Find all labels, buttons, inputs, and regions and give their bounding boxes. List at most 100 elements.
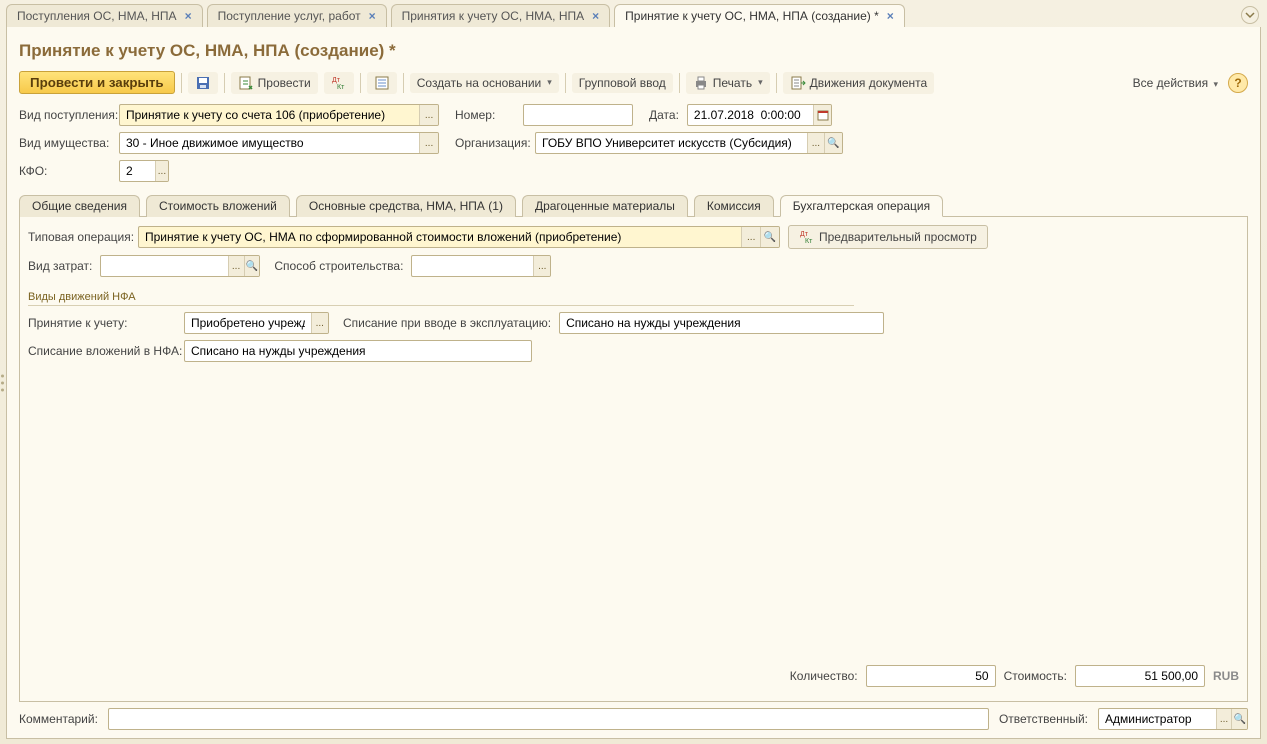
preview-label: Предварительный просмотр <box>819 230 977 244</box>
tab-os-nma[interactable]: Основные средства, НМА, НПА (1) <box>296 195 516 217</box>
save-button[interactable] <box>188 72 218 94</box>
toolbar: Провести и закрыть Провести ДтКт Создать… <box>19 71 1248 94</box>
tab-cost[interactable]: Стоимость вложений <box>146 195 290 217</box>
kfo-input[interactable] <box>120 161 155 181</box>
dtkt-icon: ДтКт <box>799 229 815 245</box>
tab-commission[interactable]: Комиссия <box>694 195 774 217</box>
vid-post-field[interactable]: ... <box>119 104 439 126</box>
sum-label: Стоимость: <box>1004 669 1067 683</box>
side-grip[interactable] <box>1 374 4 391</box>
select-button[interactable]: ... <box>419 133 438 153</box>
select-button[interactable]: ... <box>533 256 550 276</box>
sposob-input[interactable] <box>412 256 533 276</box>
vid-zatrat-field[interactable]: ... 🔍 <box>100 255 260 277</box>
tab-body: Типовая операция: ... 🔍 ДтКт Предварител… <box>19 217 1248 702</box>
qty-label: Количество: <box>790 669 858 683</box>
vid-imush-input[interactable] <box>120 133 419 153</box>
qty-field[interactable] <box>866 665 996 687</box>
number-input[interactable] <box>524 105 632 125</box>
comment-label: Комментарий: <box>19 712 98 726</box>
close-icon[interactable]: × <box>592 9 599 23</box>
inner-tabs: Общие сведения Стоимость вложений Основн… <box>19 194 1248 217</box>
spisanie-vvod-input[interactable] <box>560 313 883 333</box>
typop-label: Типовая операция: <box>28 230 130 244</box>
tab-accounting[interactable]: Бухгалтерская операция <box>780 195 943 217</box>
select-button[interactable]: ... <box>419 105 438 125</box>
search-icon[interactable]: 🔍 <box>1231 709 1247 729</box>
calendar-icon[interactable] <box>813 105 830 125</box>
print-button[interactable]: Печать▾ <box>686 72 770 94</box>
select-button[interactable]: ... <box>155 161 168 181</box>
post-and-close-button[interactable]: Провести и закрыть <box>19 71 175 94</box>
help-button[interactable]: ? <box>1228 73 1248 93</box>
select-button[interactable]: ... <box>741 227 760 247</box>
typop-field[interactable]: ... 🔍 <box>138 226 780 248</box>
number-field[interactable] <box>523 104 633 126</box>
spisanie-vlozh-input[interactable] <box>185 341 531 361</box>
post-icon <box>238 75 254 91</box>
separator <box>679 73 680 93</box>
list-button[interactable] <box>367 72 397 94</box>
prinyatie-input[interactable] <box>185 313 311 333</box>
dtkt-icon: ДтКт <box>331 75 347 91</box>
print-icon <box>693 75 709 91</box>
select-button[interactable]: ... <box>1216 709 1232 729</box>
post-label: Провести <box>258 76 311 90</box>
separator <box>776 73 777 93</box>
resp-field[interactable]: ... 🔍 <box>1098 708 1248 730</box>
sum-input[interactable] <box>1076 666 1204 686</box>
close-icon[interactable]: × <box>185 9 192 23</box>
save-icon <box>195 75 211 91</box>
vid-post-input[interactable] <box>120 105 419 125</box>
comment-field[interactable] <box>108 708 989 730</box>
search-icon[interactable]: 🔍 <box>760 227 779 247</box>
date-input[interactable] <box>688 105 814 125</box>
main-tabbar: Поступления ОС, НМА, НПА × Поступление у… <box>0 0 1267 27</box>
typop-input[interactable] <box>139 227 741 247</box>
search-icon[interactable]: 🔍 <box>824 133 842 153</box>
dt-kt-button[interactable]: ДтКт <box>324 72 354 94</box>
search-icon[interactable]: 🔍 <box>244 256 260 276</box>
spisanie-vlozh-field[interactable] <box>184 340 532 362</box>
prinyatie-field[interactable]: ... <box>184 312 329 334</box>
create-based-on-button[interactable]: Создать на основании▾ <box>410 73 559 93</box>
separator <box>360 73 361 93</box>
date-field[interactable] <box>687 104 832 126</box>
resp-label: Ответственный: <box>999 712 1088 726</box>
org-field[interactable]: ... 🔍 <box>535 132 843 154</box>
tab-precious[interactable]: Драгоценные материалы <box>522 195 688 217</box>
separator <box>565 73 566 93</box>
org-label: Организация: <box>455 136 527 150</box>
group-input-button[interactable]: Групповой ввод <box>572 73 673 93</box>
resp-input[interactable] <box>1099 709 1216 729</box>
sum-field[interactable] <box>1075 665 1205 687</box>
expand-panel-button[interactable] <box>1241 6 1259 24</box>
doc-moves-icon <box>790 75 806 91</box>
sposob-field[interactable]: ... <box>411 255 551 277</box>
close-icon[interactable]: × <box>887 9 894 23</box>
select-button[interactable]: ... <box>807 133 825 153</box>
vid-imush-field[interactable]: ... <box>119 132 439 154</box>
preview-button[interactable]: ДтКт Предварительный просмотр <box>788 225 988 249</box>
main-tab-3[interactable]: Принятие к учету ОС, НМА, НПА (создание)… <box>614 4 905 27</box>
chevron-down-icon: ▾ <box>1213 79 1218 89</box>
post-button[interactable]: Провести <box>231 72 318 94</box>
tab-general[interactable]: Общие сведения <box>19 195 140 217</box>
separator <box>403 73 404 93</box>
close-icon[interactable]: × <box>369 9 376 23</box>
org-input[interactable] <box>536 133 807 153</box>
doc-moves-button[interactable]: Движения документа <box>783 72 935 94</box>
select-button[interactable]: ... <box>311 313 328 333</box>
page-title: Принятие к учету ОС, НМА, НПА (создание)… <box>19 41 1248 61</box>
vid-zatrat-input[interactable] <box>101 256 227 276</box>
kfo-field[interactable]: ... <box>119 160 169 182</box>
main-tab-0[interactable]: Поступления ОС, НМА, НПА × <box>6 4 203 27</box>
main-tab-1[interactable]: Поступление услуг, работ × <box>207 4 387 27</box>
vid-zatrat-label: Вид затрат: <box>28 259 92 273</box>
all-actions-button[interactable]: Все действия ▾ <box>1129 74 1222 92</box>
comment-input[interactable] <box>109 709 988 729</box>
qty-input[interactable] <box>867 666 995 686</box>
spisanie-vvod-field[interactable] <box>559 312 884 334</box>
main-tab-2[interactable]: Принятия к учету ОС, НМА, НПА × <box>391 4 611 27</box>
select-button[interactable]: ... <box>228 256 244 276</box>
